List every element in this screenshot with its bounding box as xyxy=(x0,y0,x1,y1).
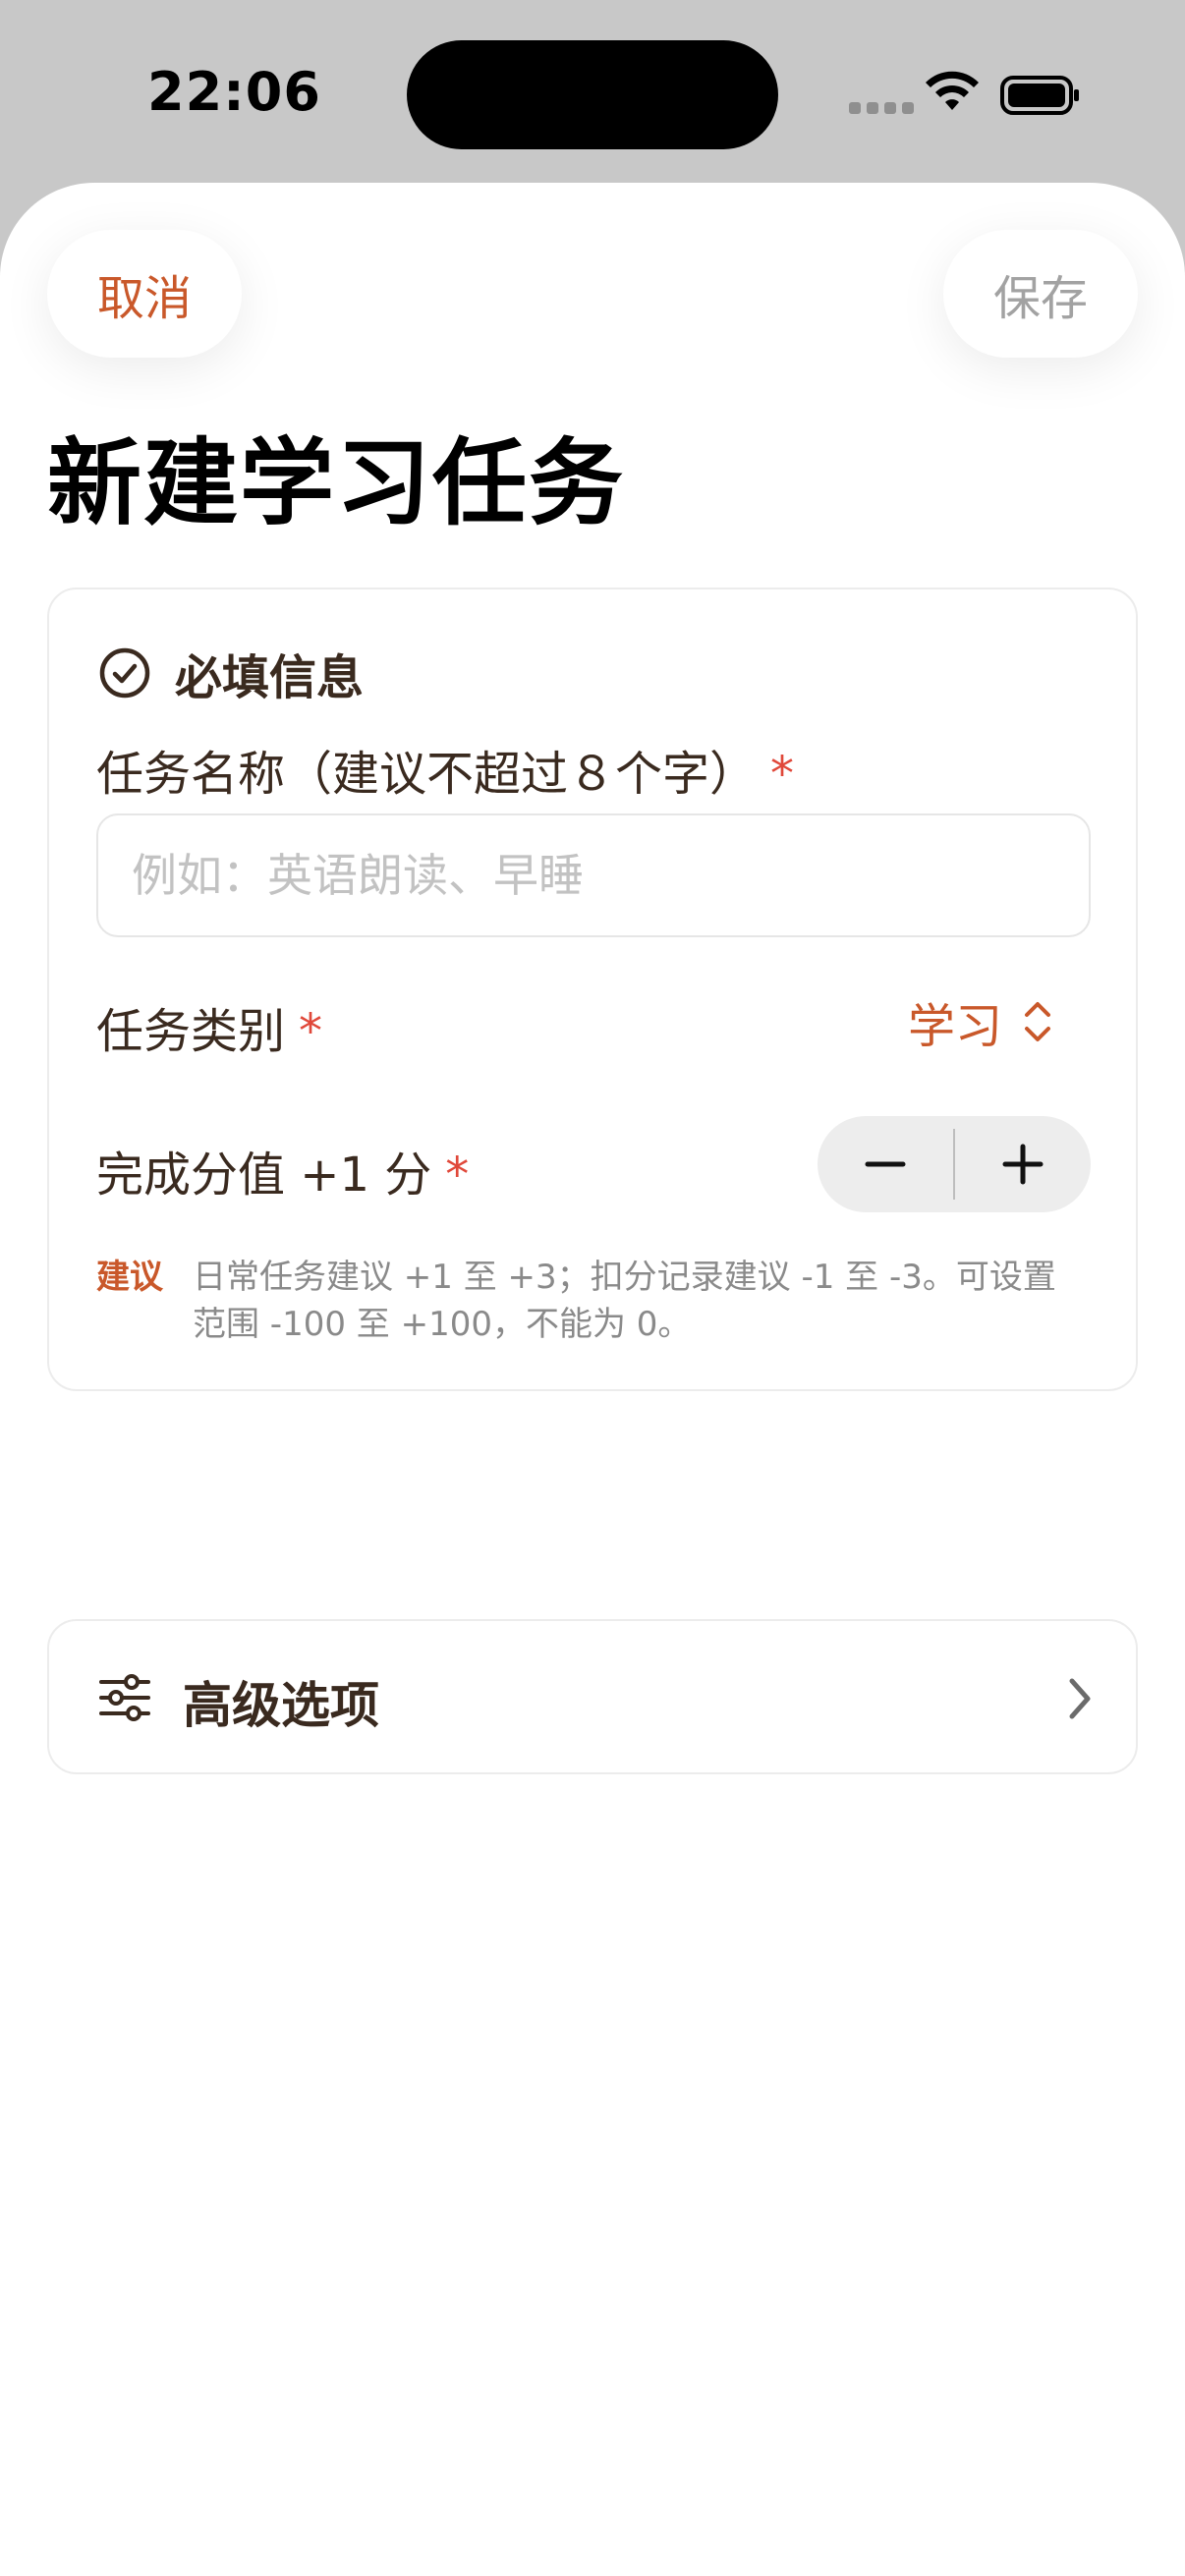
advanced-options-row[interactable]: 高级选项 xyxy=(47,1619,1138,1774)
required-section-header: 必填信息 xyxy=(98,639,364,707)
chevron-updown-icon xyxy=(1025,1002,1051,1041)
increment-button[interactable] xyxy=(955,1116,1091,1212)
task-name-label: 任务名称（建议不超过８个字） * xyxy=(96,735,794,804)
wifi-icon xyxy=(926,71,979,110)
battery-icon xyxy=(1000,76,1079,115)
save-button[interactable]: 保存 xyxy=(943,230,1138,358)
points-label: 完成分值 +1 分 * xyxy=(96,1136,469,1204)
status-bar: 22:06 xyxy=(0,0,1185,187)
minus-icon xyxy=(865,1161,906,1167)
sliders-icon xyxy=(99,1674,150,1721)
advanced-options-label: 高级选项 xyxy=(183,1677,379,1734)
required-info-card: 必填信息 任务名称（建议不超过８个字）* 任务类别* 学习 完成分值 +1 分* xyxy=(47,588,1138,1391)
plus-icon xyxy=(1002,1144,1044,1185)
category-selected-value: 学习 xyxy=(908,999,1003,1054)
hint-tag: 建议 xyxy=(96,1258,163,1297)
task-name-label-text: 任务名称（建议不超过８个字） xyxy=(96,747,758,802)
required-mark: * xyxy=(445,1148,470,1203)
check-circle-icon xyxy=(99,647,150,699)
category-select[interactable]: 学习 xyxy=(908,982,1053,1061)
required-mark: * xyxy=(299,1004,323,1059)
status-time: 22:06 xyxy=(147,61,321,123)
task-category-label-text: 任务类别 xyxy=(96,1004,286,1059)
task-name-input[interactable] xyxy=(96,813,1091,937)
dynamic-island xyxy=(407,40,778,149)
required-mark: * xyxy=(770,747,795,802)
decrement-button[interactable] xyxy=(818,1116,953,1212)
section-title: 必填信息 xyxy=(175,650,365,705)
points-label-text: 完成分值 +1 分 xyxy=(96,1148,432,1203)
modal-sheet: 取消 保存 新建学习任务 必填信息 任务名称（建议不超过８个字）* 任务类别* … xyxy=(0,183,1185,2576)
page-title: 新建学习任务 xyxy=(47,428,625,538)
task-category-label: 任务类别 * xyxy=(96,992,322,1061)
chevron-right-icon xyxy=(1069,1678,1091,1719)
points-hint: 建议 日常任务建议 +1 至 +3；扣分记录建议 -1 至 -3。可设置范围 -… xyxy=(96,1254,1089,1348)
points-stepper xyxy=(818,1116,1091,1212)
cancel-button[interactable]: 取消 xyxy=(47,230,242,358)
hint-text: 日常任务建议 +1 至 +3；扣分记录建议 -1 至 -3。可设置范围 -100… xyxy=(193,1258,1056,1344)
cellular-signal-icon xyxy=(849,102,914,114)
